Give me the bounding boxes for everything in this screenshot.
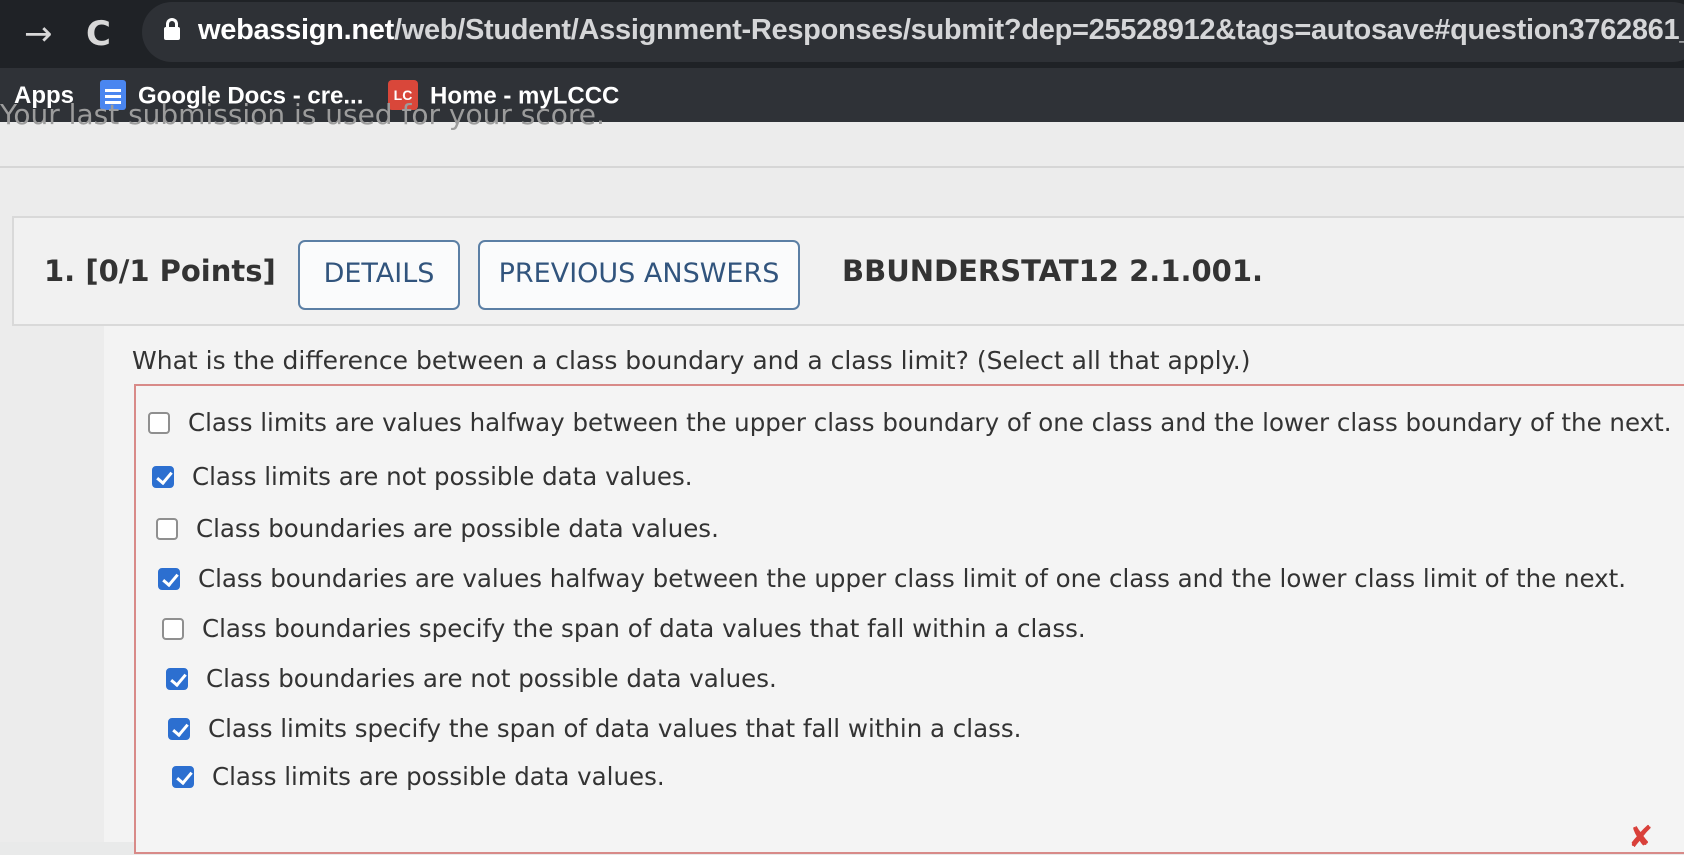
- page-content: Your last submission is used for your sc…: [0, 98, 1684, 854]
- option-checkbox[interactable]: [148, 412, 170, 434]
- question-header: 1. [0/1 Points] DETAILS PREVIOUS ANSWERS…: [12, 216, 1684, 326]
- address-bar[interactable]: webassign.net/web/Student/Assignment-Res…: [142, 2, 1684, 62]
- answer-options: Class limits are values halfway between …: [134, 384, 1684, 854]
- incorrect-icon: ✘: [1628, 820, 1654, 855]
- url-text[interactable]: webassign.net/web/Student/Assignment-Res…: [198, 14, 1684, 47]
- option-checkbox[interactable]: [156, 518, 178, 540]
- divider: [0, 166, 1684, 168]
- browser-toolbar: → C webassign.net/web/Student/Assignment…: [0, 0, 1684, 68]
- details-button[interactable]: DETAILS: [298, 240, 460, 310]
- reload-icon[interactable]: C: [86, 14, 111, 54]
- option-checkbox[interactable]: [162, 618, 184, 640]
- previous-answers-button[interactable]: PREVIOUS ANSWERS: [478, 240, 800, 310]
- option-label: Class boundaries specify the span of dat…: [202, 614, 1086, 643]
- question-body: What is the difference between a class b…: [104, 326, 1684, 854]
- option-label: Class limits specify the span of data va…: [208, 714, 1022, 743]
- option-label: Class boundaries are possible data value…: [196, 514, 719, 543]
- option-label: Class limits are values halfway between …: [188, 408, 1672, 437]
- option-label: Class boundaries are values halfway betw…: [198, 564, 1627, 593]
- lock-icon: [164, 18, 180, 40]
- question-number-points: 1. [0/1 Points]: [44, 254, 276, 288]
- question-number: 1.: [44, 254, 76, 288]
- question-points: [0/1 Points]: [85, 254, 276, 288]
- url-path: /web/Student/Assignment-Responses/submit…: [393, 14, 1684, 46]
- submission-note: Your last submission is used for your sc…: [0, 98, 605, 131]
- url-domain: webassign.net: [198, 14, 394, 46]
- question-prompt: What is the difference between a class b…: [132, 346, 1251, 375]
- option-label: Class limits are possible data values.: [212, 762, 665, 791]
- arrow-right-icon[interactable]: →: [24, 14, 53, 54]
- question-code: BBUNDERSTAT12 2.1.001.: [842, 254, 1264, 288]
- option-checkbox[interactable]: [166, 668, 188, 690]
- option-checkbox[interactable]: [172, 766, 194, 788]
- option-checkbox[interactable]: [168, 718, 190, 740]
- option-label: Class limits are not possible data value…: [192, 462, 693, 491]
- option-label: Class boundaries are not possible data v…: [206, 664, 777, 693]
- option-checkbox[interactable]: [158, 568, 180, 590]
- option-checkbox[interactable]: [152, 466, 174, 488]
